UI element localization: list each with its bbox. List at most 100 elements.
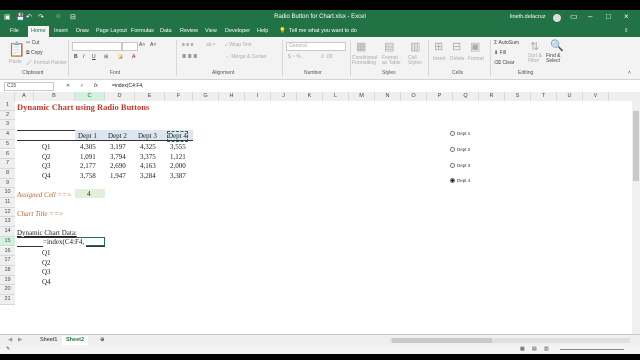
column-header[interactable]: K (297, 92, 323, 101)
vertical-scrollbar[interactable] (632, 101, 640, 334)
select-all-corner[interactable] (0, 92, 15, 101)
header-dept-2[interactable]: Dept 2 (108, 132, 127, 141)
tab-insert[interactable]: Insert (54, 28, 68, 34)
avatar[interactable] (553, 14, 561, 22)
paste-button[interactable]: Paste (9, 59, 22, 65)
scroll-thumb[interactable] (633, 111, 639, 181)
autosum-button[interactable]: Σ AutoSum (494, 40, 519, 46)
row-label[interactable]: Q3 (42, 162, 51, 171)
chart-title-label[interactable]: Chart Title ==> (17, 210, 63, 219)
row-header[interactable]: 7 (0, 159, 15, 169)
table-cell[interactable]: 3,758 (80, 172, 96, 181)
row-label[interactable]: Q2 (42, 153, 51, 162)
align-left-icon[interactable]: ≣ ≣ ≣ (182, 54, 197, 60)
row-label[interactable]: Q1 (42, 143, 51, 152)
column-header[interactable]: R (479, 92, 505, 101)
user-name[interactable]: lineth.delacruz (510, 14, 545, 20)
row-header[interactable]: 9 (0, 178, 15, 189)
insert-cells-icon[interactable]: ⊞ (434, 40, 443, 53)
insert-function-icon[interactable]: fx (94, 83, 98, 89)
table-cell[interactable]: 1,121 (170, 153, 186, 162)
underline-button[interactable]: U (92, 54, 96, 60)
close-icon[interactable]: × (624, 12, 629, 22)
column-header[interactable]: L (323, 92, 349, 101)
radio-dept-4[interactable]: Dept 4 (450, 178, 470, 184)
row-header[interactable]: 8 (0, 168, 15, 179)
row-header[interactable]: 15 (0, 236, 15, 247)
sort-filter-icon[interactable]: ⇅ (530, 40, 539, 53)
hscroll-thumb[interactable] (392, 338, 492, 343)
column-header[interactable]: N (375, 92, 401, 101)
find-select-button[interactable]: Find & Select (546, 54, 566, 64)
column-header[interactable]: E (135, 92, 165, 101)
zoom-slider[interactable] (560, 349, 624, 350)
format-cells-button[interactable]: Format (468, 56, 484, 62)
add-sheet-icon[interactable]: ⊕ (96, 336, 109, 345)
column-header[interactable]: G (193, 92, 219, 101)
wrap-text-button[interactable]: ⤶ Wrap Text (225, 42, 252, 48)
column-header[interactable]: V (583, 92, 609, 101)
sheet-title[interactable]: Dynamic Chart using Radio Buttons (17, 103, 149, 112)
column-header[interactable]: A (15, 92, 34, 101)
table-cell[interactable]: 1,947 (110, 172, 126, 181)
maximize-icon[interactable]: □ (606, 12, 611, 22)
shrink-font-icon[interactable]: A˅ (150, 42, 156, 48)
tab-file[interactable]: File (10, 28, 19, 34)
tab-formulas[interactable]: Formulas (131, 28, 154, 34)
ribbon-options-icon[interactable]: ▭ (570, 12, 578, 22)
column-header[interactable]: P (427, 92, 453, 101)
italic-button[interactable]: I (83, 54, 84, 60)
horizontal-scrollbar[interactable] (390, 338, 630, 343)
cancel-icon[interactable]: ✕ (66, 83, 70, 89)
sort-filter-button[interactable]: Sort & Filter (528, 54, 546, 64)
page-layout-view-icon[interactable]: ▤ (532, 346, 537, 352)
tab-draw[interactable]: Draw (76, 28, 89, 34)
tab-data[interactable]: Data (160, 28, 172, 34)
format-as-table-button[interactable]: Format as Table (382, 56, 402, 66)
cell-edit-formula[interactable]: =index(C4:F4, (43, 238, 87, 247)
table-cell[interactable]: 2,177 (80, 162, 96, 171)
row-header[interactable]: 4 (0, 130, 15, 140)
insert-cells-button[interactable]: Insert (433, 56, 446, 62)
column-header[interactable]: I (245, 92, 271, 101)
sheet-tab-sheet1[interactable]: Sheet1 (36, 336, 61, 345)
row-header[interactable]: 6 (0, 149, 15, 160)
dynamic-row-label[interactable]: Q4 (42, 278, 51, 287)
conditional-formatting-icon[interactable]: ▦ (356, 40, 366, 53)
radio-dept-1[interactable]: Dept 1 (450, 131, 470, 137)
row-header[interactable]: 1 (0, 101, 15, 111)
format-cells-icon[interactable]: ▣ (470, 40, 480, 53)
enter-icon[interactable]: ✓ (80, 83, 84, 89)
column-header[interactable]: B (34, 92, 75, 101)
align-top-icon[interactable]: ≡ ≡ ≡ (182, 42, 194, 48)
radio-dept-3[interactable]: Dept 3 (450, 163, 470, 169)
row-header[interactable]: 13 (0, 217, 15, 228)
radio-dept-2[interactable]: Dept 2 (450, 147, 470, 153)
fill-color-icon[interactable]: ◪ (118, 54, 123, 60)
table-cell[interactable]: 3,794 (110, 153, 126, 162)
row-label[interactable]: Q4 (42, 172, 51, 181)
minimize-icon[interactable]: – (588, 12, 592, 22)
font-name-box[interactable] (72, 42, 122, 51)
row-header[interactable]: 14 (0, 227, 15, 237)
column-header[interactable]: S (505, 92, 531, 101)
column-header[interactable]: Q (453, 92, 479, 101)
format-painter-button[interactable]: 🖌 Format Painter (26, 60, 67, 66)
row-header[interactable]: 18 (0, 265, 15, 276)
table-cell[interactable]: 4,325 (140, 143, 156, 152)
row-header[interactable]: 17 (0, 256, 15, 266)
row-header[interactable]: 12 (0, 207, 15, 218)
header-dept-1[interactable]: Dept 1 (78, 132, 97, 141)
font-color-icon[interactable]: A (132, 54, 135, 60)
name-box[interactable]: C15 (4, 82, 54, 91)
clear-button[interactable]: ⌫ Clear (494, 60, 514, 66)
row-header[interactable]: 10 (0, 188, 15, 198)
number-format-box[interactable]: General (286, 42, 346, 51)
share-icon[interactable]: ⇪ (624, 28, 629, 34)
column-header[interactable]: H (219, 92, 245, 101)
tab-page-layout[interactable]: Page Layout (96, 28, 127, 34)
column-header[interactable]: M (349, 92, 375, 101)
column-header[interactable]: U (557, 92, 583, 101)
row-header[interactable]: 20 (0, 285, 15, 295)
grow-font-icon[interactable]: A˄ (139, 42, 145, 48)
